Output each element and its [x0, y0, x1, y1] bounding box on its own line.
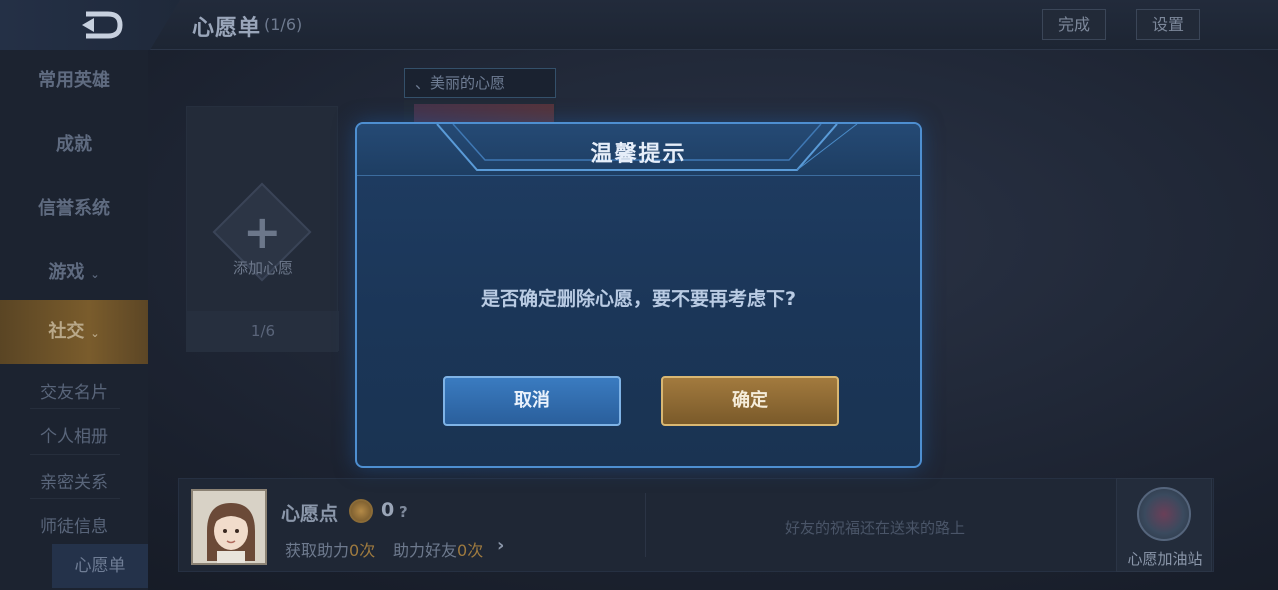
wish-points-bar: 心愿点 0 ? 获取助力0次 助力好友0次 › 好友的祝福还在送来的路上	[178, 478, 1214, 572]
dialog-message: 是否确定删除心愿，要不要再考虑下?	[480, 288, 797, 310]
chevron-down-icon: ⌄	[90, 327, 100, 340]
assist-get-count: 0次	[349, 541, 376, 560]
cancel-button[interactable]: 取消	[443, 376, 621, 426]
sidebar-item-achievements[interactable]: 成就	[0, 130, 148, 156]
chevron-down-icon: ⌄	[90, 268, 100, 281]
avatar-illustration	[193, 491, 265, 563]
gas-station-icon	[1137, 487, 1191, 541]
sidebar-sub-wishlist[interactable]: 心愿单	[52, 544, 148, 588]
back-arrow-icon	[82, 11, 123, 39]
confirm-dialog: 温馨提示 是否确定删除心愿，要不要再考虑下? 取消 确定	[355, 122, 922, 468]
sidebar-item-label: 游戏	[48, 262, 85, 283]
sidebar-item-heroes[interactable]: 常用英雄	[0, 66, 148, 92]
wish-station-button[interactable]: 心愿加油站	[1116, 478, 1212, 572]
divider	[30, 454, 120, 455]
add-wish-card[interactable]: + 添加心愿 1/6	[186, 106, 339, 352]
back-button[interactable]	[0, 0, 180, 50]
done-button[interactable]: 完成	[1042, 9, 1106, 40]
assist-get: 获取助力0次	[285, 537, 375, 561]
add-wish-label: 添加心愿	[232, 259, 293, 277]
wish-coin-icon	[349, 499, 373, 523]
sidebar-item-social[interactable]: 社交 ⌄	[0, 300, 148, 364]
sidebar-sub-album[interactable]: 个人相册	[0, 422, 148, 447]
confirm-button[interactable]: 确定	[661, 376, 839, 426]
sidebar-item-game[interactable]: 游戏 ⌄	[0, 258, 148, 284]
wish-points-label: 心愿点	[281, 503, 339, 525]
wish-count: 1/6	[187, 311, 339, 351]
sidebar: 常用英雄 成就 信誉系统 游戏 ⌄ 社交 ⌄ 交友名片 个人相册 亲密关系 师徒信息…	[0, 50, 148, 590]
sidebar-sub-relationships[interactable]: 亲密关系	[0, 468, 148, 493]
top-bar: 心愿单 (1/6) 完成 设置	[0, 0, 1278, 50]
plus-icon: +	[243, 205, 282, 259]
chevron-right-icon[interactable]: ›	[497, 535, 504, 556]
sidebar-item-label: 常用英雄	[38, 70, 110, 91]
assist-friend-count: 0次	[457, 541, 484, 560]
sidebar-item-label: 成就	[56, 134, 92, 155]
dialog-header: 温馨提示	[357, 124, 920, 176]
sidebar-sub-mentor[interactable]: 师徒信息	[0, 512, 148, 537]
assist-friend[interactable]: 助力好友0次	[393, 537, 483, 561]
dialog-title: 温馨提示	[590, 142, 687, 167]
divider	[30, 408, 120, 409]
wish-name-banner: 、美丽的心愿	[404, 68, 556, 98]
assist-friend-label: 助力好友	[393, 541, 458, 560]
sidebar-sub-friend-card[interactable]: 交友名片	[0, 378, 148, 403]
page-title: 心愿单	[192, 16, 262, 41]
assist-get-label: 获取助力	[285, 541, 350, 560]
avatar	[191, 489, 267, 565]
sidebar-item-reputation[interactable]: 信誉系统	[0, 194, 148, 220]
friends-message: 好友的祝福还在送来的路上	[784, 519, 965, 537]
app-root: 心愿单 (1/6) 完成 设置 常用英雄 成就 信誉系统 游戏 ⌄ 社交 ⌄ 交友名…	[0, 0, 1278, 590]
page-count: (1/6)	[264, 15, 303, 34]
settings-button[interactable]: 设置	[1136, 9, 1200, 40]
help-icon[interactable]: ?	[399, 503, 408, 521]
sidebar-item-label: 社交	[48, 321, 85, 342]
wish-points-value: 0	[381, 499, 395, 521]
wish-card-strip	[414, 104, 554, 124]
sidebar-item-label: 信誉系统	[38, 198, 110, 219]
station-label: 心愿加油站	[1127, 550, 1203, 568]
divider	[30, 498, 120, 499]
